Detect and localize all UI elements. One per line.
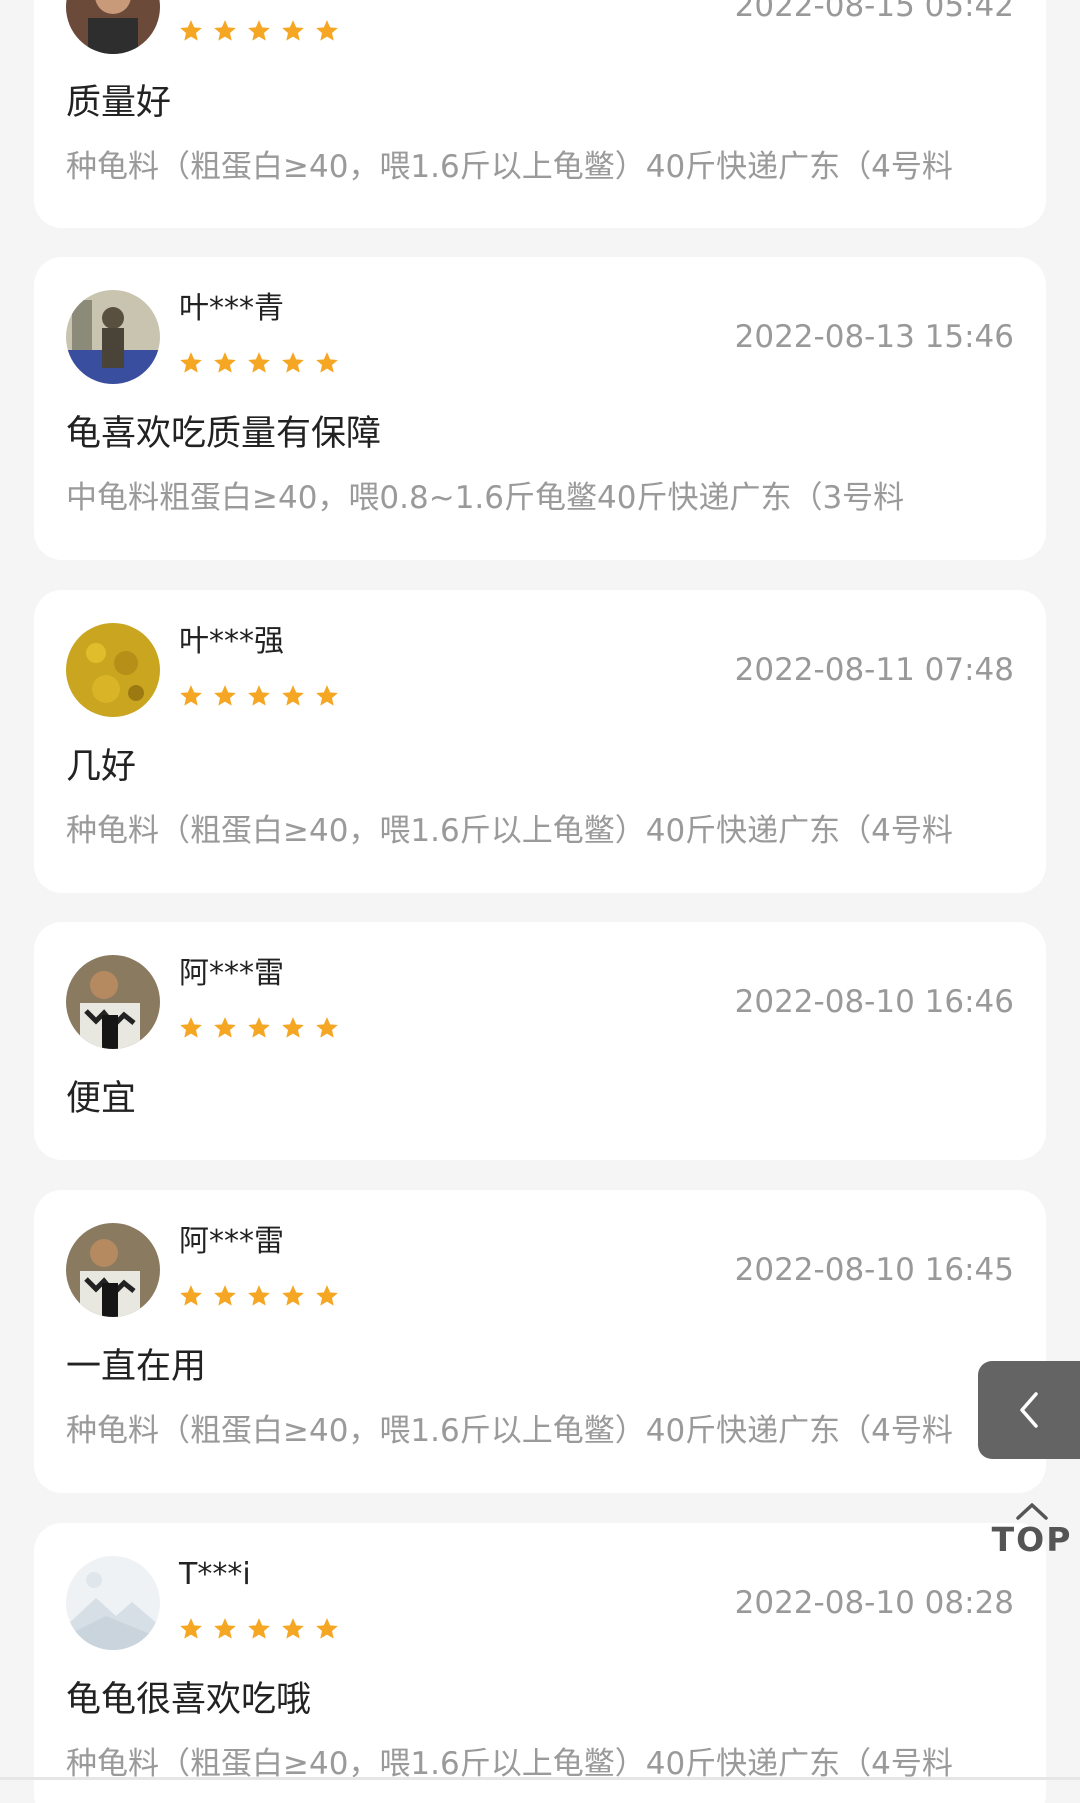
star-icon (214, 1017, 236, 1038)
purchased-spec: 种龟料（粗蛋白≥40，喂1.6斤以上龟鳖）40斤快递广东（4号料 (66, 813, 953, 849)
star-icon (248, 352, 270, 373)
avatar[interactable] (66, 290, 160, 384)
review-date: 2022-08-10 16:46 (734, 984, 1014, 1020)
review-card: 叶***青 2022-08-13 15:46 龟喜欢吃质量有保障 中龟料粗蛋白≥… (34, 257, 1046, 560)
star-icon (282, 1017, 304, 1038)
star-icon (282, 20, 304, 41)
review-card: 叶***强 2022-08-11 07:48 几好 种龟料（粗蛋白≥40，喂1.… (34, 590, 1046, 893)
chevron-up-icon (1016, 1503, 1048, 1520)
star-icon (282, 685, 304, 706)
star-icon (248, 1618, 270, 1639)
review-date: 2022-08-10 16:45 (734, 1252, 1014, 1288)
star-icon (214, 685, 236, 706)
purchased-spec: 种龟料（粗蛋白≥40，喂1.6斤以上龟鳖）40斤快递广东（4号料 (66, 149, 953, 185)
star-icon (282, 1285, 304, 1306)
avatar[interactable] (66, 1223, 160, 1317)
purchased-spec: 种龟料（粗蛋白≥40，喂1.6斤以上龟鳖）40斤快递广东（4号料 (66, 1413, 953, 1449)
star-icon (180, 20, 202, 41)
rating-stars (178, 350, 340, 376)
reviewer-name: 叶***强 (179, 624, 284, 659)
review-date: 2022-08-11 07:48 (734, 652, 1014, 688)
rating-stars (178, 1283, 340, 1309)
star-icon (214, 1618, 236, 1639)
star-icon (214, 352, 236, 373)
review-comment: 几好 (66, 747, 137, 787)
star-icon (248, 1017, 270, 1038)
avatar[interactable] (66, 1556, 160, 1650)
reviewer-name: 阿***雷 (179, 956, 284, 991)
star-icon (316, 1285, 338, 1306)
star-icon (248, 1285, 270, 1306)
review-card: 阿***雷 2022-08-10 16:45 一直在用 种龟料（粗蛋白≥40，喂… (34, 1190, 1046, 1493)
star-icon (316, 20, 338, 41)
rating-stars (178, 18, 340, 44)
star-icon (248, 685, 270, 706)
review-date: 2022-08-13 15:46 (734, 319, 1014, 355)
star-icon (316, 685, 338, 706)
star-icon (316, 1017, 338, 1038)
review-comment: 质量好 (66, 83, 172, 123)
rating-stars (178, 1015, 340, 1041)
star-icon (180, 352, 202, 373)
star-icon (180, 1618, 202, 1639)
avatar[interactable] (66, 0, 160, 54)
star-icon (180, 685, 202, 706)
star-icon (282, 352, 304, 373)
star-icon (180, 1017, 202, 1038)
review-comment: 龟喜欢吃质量有保障 (66, 414, 382, 454)
review-date: 2022-08-10 08:28 (734, 1585, 1014, 1621)
chevron-left-icon (1020, 1392, 1038, 1428)
reviewer-name: 阿***雷 (179, 1224, 284, 1259)
review-comment: 龟龟很喜欢吃哦 (66, 1680, 312, 1720)
star-icon (316, 1618, 338, 1639)
review-card: T***i 2022-08-10 08:28 龟龟很喜欢吃哦 种龟料（粗蛋白≥4… (34, 1523, 1046, 1803)
purchased-spec: 中龟料粗蛋白≥40，喂0.8~1.6斤龟鳖40斤快递广东（3号料 (66, 480, 905, 516)
review-card: 阿***雷 2022-08-10 16:46 便宜 (34, 922, 1046, 1160)
scroll-to-top-button[interactable]: TOP (984, 1500, 1080, 1570)
star-icon (180, 1285, 202, 1306)
review-comment: 便宜 (66, 1079, 137, 1119)
star-icon (282, 1618, 304, 1639)
divider (0, 1777, 1080, 1780)
star-icon (248, 20, 270, 41)
star-icon (214, 1285, 236, 1306)
review-comment: 一直在用 (66, 1347, 207, 1387)
reviewer-name: T***i (179, 1557, 251, 1592)
avatar[interactable] (66, 955, 160, 1049)
reviewer-name: 叶***青 (179, 291, 284, 326)
avatar[interactable] (66, 623, 160, 717)
top-label: TOP (991, 1520, 1073, 1559)
rating-stars (178, 683, 340, 709)
star-icon (214, 20, 236, 41)
review-date: 2022-08-15 05:42 (734, 0, 1014, 24)
rating-stars (178, 1616, 340, 1642)
star-icon (316, 352, 338, 373)
review-list-page: 2022-08-15 05:42 质量好 种龟料（粗蛋白≥40，喂1.6斤以上龟… (0, 0, 1080, 1803)
review-card: 2022-08-15 05:42 质量好 种龟料（粗蛋白≥40，喂1.6斤以上龟… (34, 0, 1046, 228)
back-float-button[interactable] (978, 1361, 1080, 1459)
